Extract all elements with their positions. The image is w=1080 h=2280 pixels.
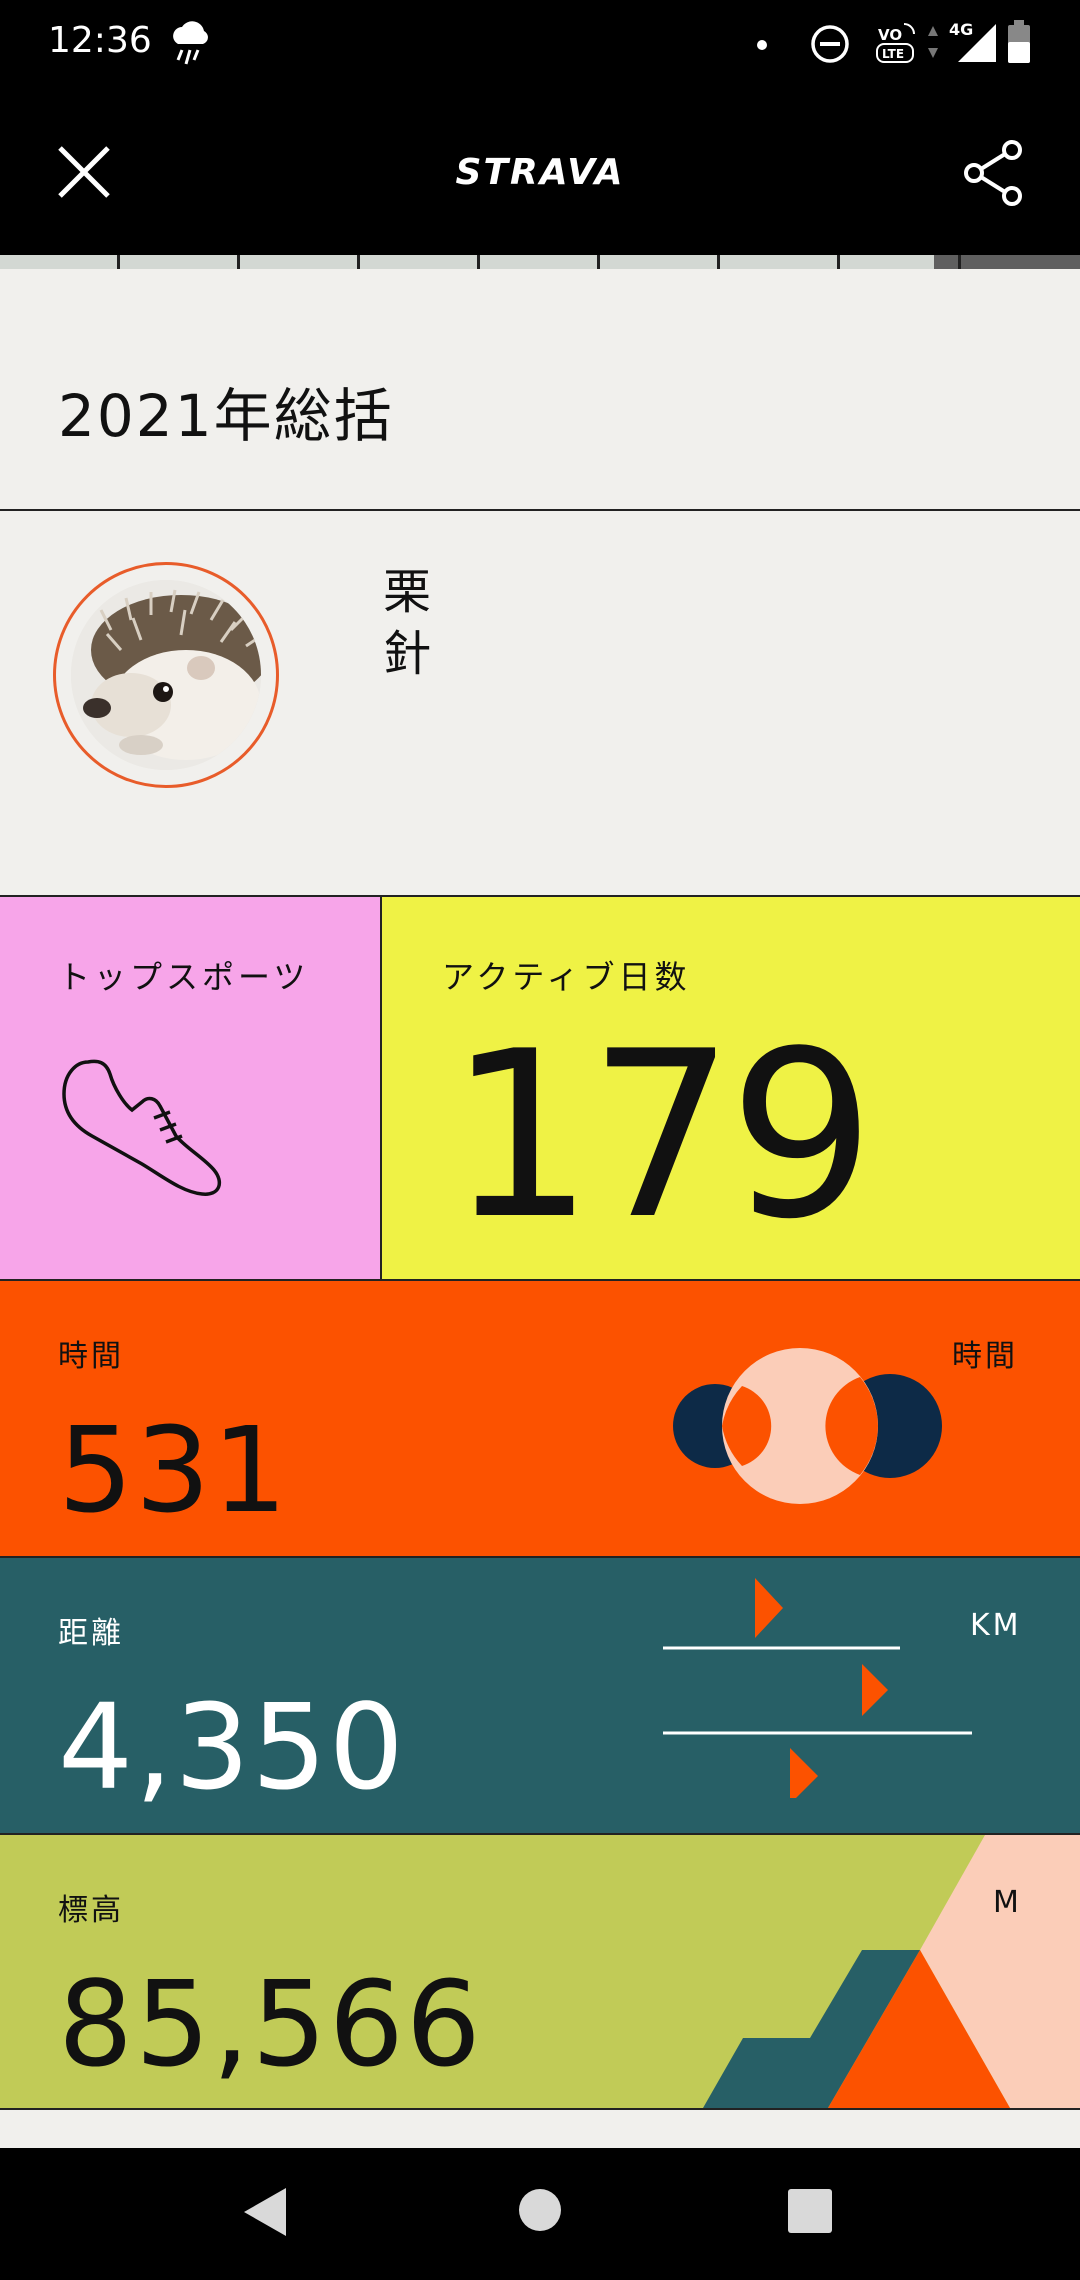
share-icon[interactable] <box>962 140 1026 206</box>
divider <box>0 2108 1080 2110</box>
progress-divider <box>958 255 961 269</box>
progress-divider <box>117 255 120 269</box>
progress-divider <box>837 255 840 269</box>
progress-divider <box>477 255 480 269</box>
elevation-value: 85,566 <box>58 1955 483 2093</box>
do-not-disturb-icon <box>811 25 849 63</box>
progress-divider <box>597 255 600 269</box>
svg-text:LTE: LTE <box>882 47 904 61</box>
home-icon[interactable] <box>518 2188 562 2232</box>
back-icon[interactable] <box>242 2186 288 2238</box>
signal-icon <box>958 24 996 62</box>
recents-icon[interactable] <box>787 2188 833 2234</box>
volte-icon: VO LTE <box>876 23 915 63</box>
progress-current-segment <box>934 255 1080 269</box>
distance-graphic-icon <box>663 1578 972 1798</box>
elevation-unit: M <box>993 1885 1022 1920</box>
running-shoe-icon <box>62 1059 222 1196</box>
elevation-tile: 標高 M 85,566 <box>0 1835 1080 2108</box>
status-bar: 12:36 VO LTE 4G <box>0 0 1080 90</box>
status-time: 12:36 <box>48 20 152 61</box>
top-sport-tile: トップスポーツ <box>0 897 380 1279</box>
elevation-label: 標高 <box>58 1893 124 1928</box>
top-sport-label: トップスポーツ <box>58 958 310 996</box>
divider <box>0 509 1080 511</box>
progress-divider <box>717 255 720 269</box>
notification-dot-icon <box>757 40 767 50</box>
svg-text:VO: VO <box>878 26 902 44</box>
distance-label: 距離 <box>58 1616 124 1651</box>
time-graphic-icon <box>673 1348 942 1504</box>
time-value: 531 <box>58 1401 290 1539</box>
page-title: 2021年総括 <box>58 382 394 450</box>
avatar[interactable] <box>71 580 261 770</box>
story-progress-bar <box>0 255 1080 269</box>
data-arrows-icon <box>928 26 938 58</box>
system-nav-bar <box>0 2148 1080 2280</box>
app-header: STRAVA <box>0 90 1080 255</box>
rain-cloud-icon <box>173 21 208 65</box>
distance-value: 4,350 <box>58 1678 406 1816</box>
battery-icon <box>1008 20 1030 63</box>
brand-logo: STRAVA <box>455 152 625 193</box>
distance-tile: 距離 KM 4,350 <box>0 1558 1080 1833</box>
athlete-name: 栗針 <box>383 564 432 682</box>
year-summary-card: 2021年総括 栗針 トップスポーツ アクティブ日数 179 時間 時間 531… <box>0 269 1080 2148</box>
progress-divider <box>357 255 360 269</box>
active-days-value: 179 <box>448 1003 875 1270</box>
active-days-tile: アクティブ日数 179 <box>382 897 1080 1279</box>
hedgehog-avatar-image <box>71 580 261 770</box>
active-days-label: アクティブ日数 <box>442 958 691 996</box>
time-label: 時間 <box>58 1339 124 1374</box>
time-tile: 時間 時間 531 <box>0 1281 1080 1556</box>
progress-divider <box>237 255 240 269</box>
